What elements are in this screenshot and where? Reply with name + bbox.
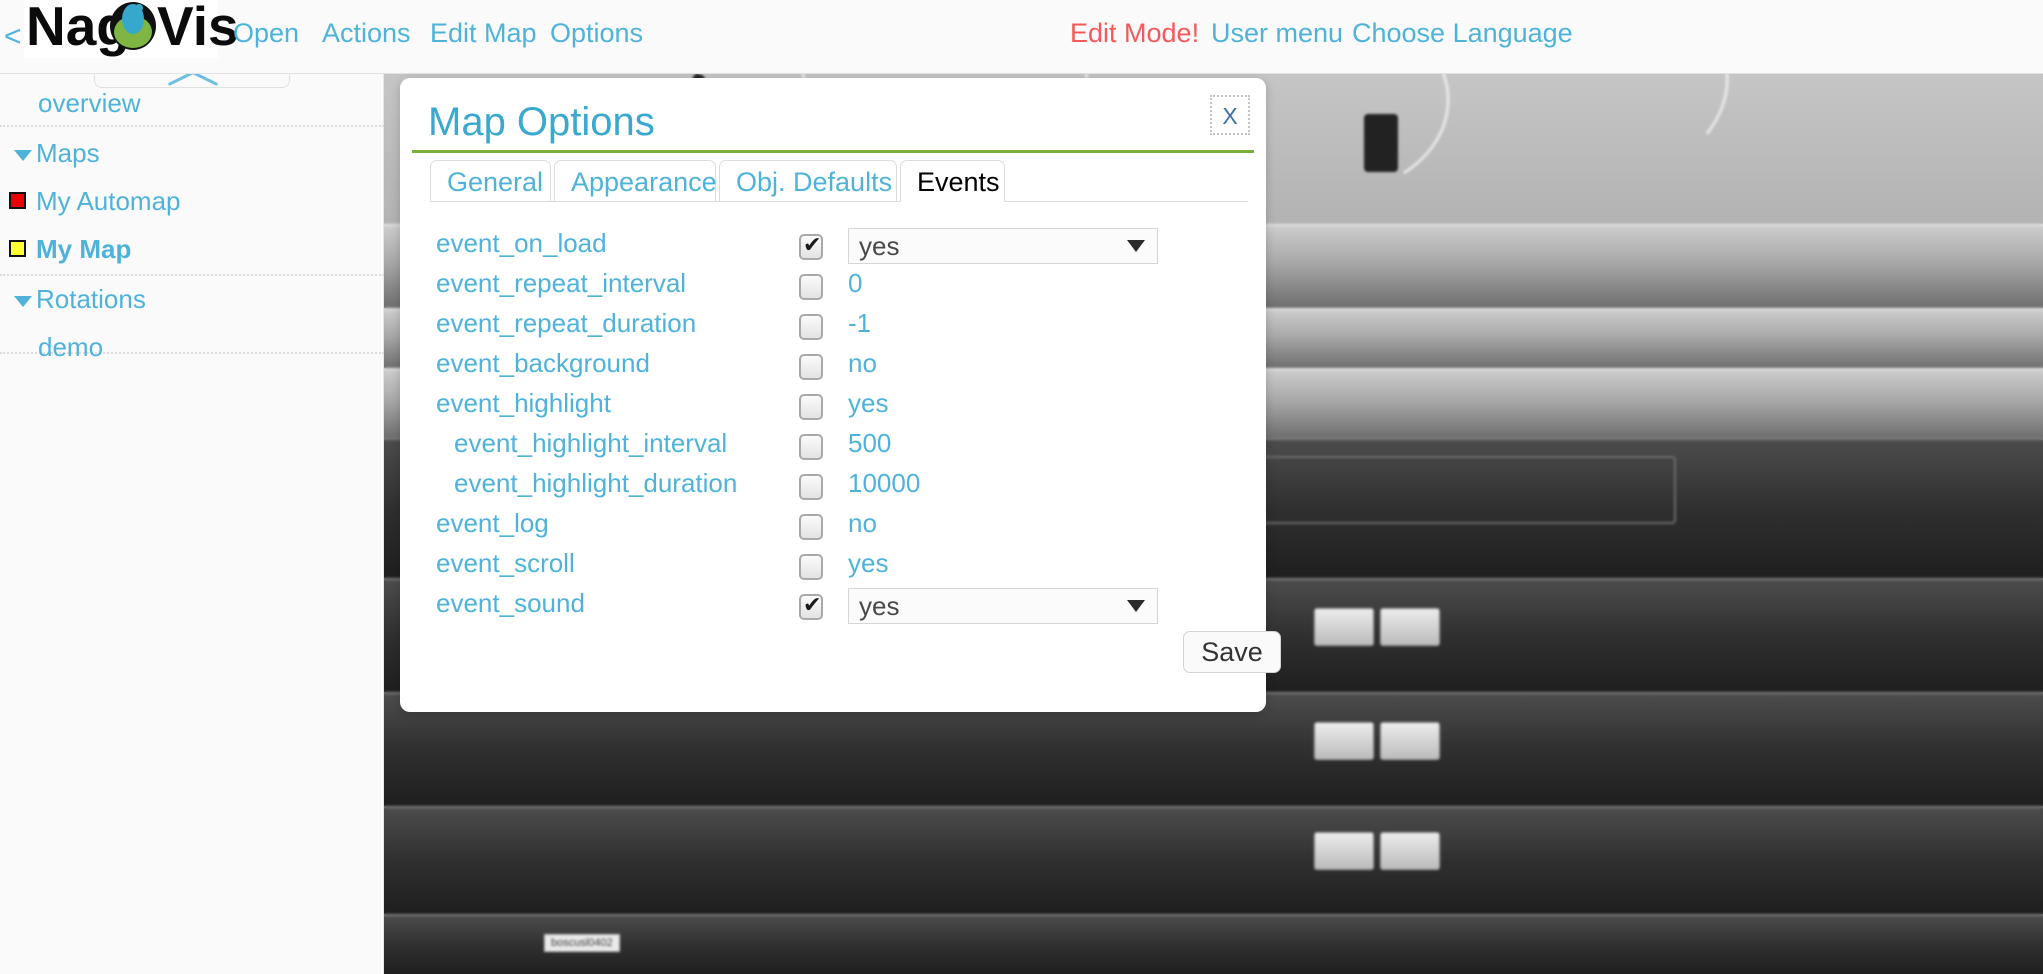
- form-row: event_repeat_interval 0: [400, 268, 1266, 308]
- row-checkbox[interactable]: [799, 354, 823, 380]
- row-select[interactable]: yes: [848, 588, 1158, 624]
- tab-appearance[interactable]: Appearance: [554, 160, 717, 202]
- row-select-value: yes: [859, 231, 900, 261]
- row-checkbox[interactable]: [799, 514, 823, 540]
- sidebar-divider: [0, 274, 384, 276]
- logo-text-vis: Vis: [157, 0, 239, 57]
- chevron-down-icon[interactable]: [14, 296, 32, 307]
- row-value: -1: [848, 308, 872, 338]
- form-row: event_highlight yes: [400, 388, 1266, 428]
- sidebar-item-demo[interactable]: demo: [38, 332, 103, 363]
- nav-open[interactable]: Open: [233, 18, 299, 49]
- row-value: no: [848, 348, 877, 378]
- row-value: no: [848, 508, 877, 538]
- rack-drive: [1314, 722, 1374, 760]
- rack-unit: [384, 806, 2043, 918]
- back-icon[interactable]: <: [4, 20, 22, 54]
- row-checkbox[interactable]: [799, 394, 823, 420]
- row-checkbox[interactable]: ✔: [799, 592, 823, 620]
- form-row: event_scroll yes: [400, 548, 1266, 588]
- tab-general[interactable]: General: [430, 160, 551, 202]
- row-value: 0: [848, 268, 863, 298]
- row-value: yes: [848, 548, 889, 578]
- state-box-critical: [9, 192, 26, 209]
- map-options-dialog: Map Options X General Appearance Obj. De…: [400, 78, 1281, 712]
- row-label: event_highlight: [436, 388, 611, 418]
- sidebar-item-my-map[interactable]: My Map: [36, 234, 131, 265]
- form-row: event_background no: [400, 348, 1266, 388]
- sidebar: overview Maps My Automap My Map Rotation…: [0, 62, 384, 974]
- row-label: event_on_load: [436, 228, 607, 258]
- nav-options[interactable]: Options: [550, 18, 643, 49]
- state-box-warning: [9, 240, 26, 257]
- row-label: event_highlight_interval: [454, 428, 728, 458]
- dialog-title: Map Options: [428, 100, 655, 144]
- rack-drive: [1314, 832, 1374, 870]
- row-select[interactable]: yes: [848, 228, 1158, 264]
- app-header: < Nag Vis Open Actions Edit Map Options …: [0, 0, 2043, 74]
- dialog-tabs: General Appearance Obj. Defaults Events: [430, 160, 1248, 206]
- tab-events[interactable]: Events: [900, 160, 1005, 202]
- save-button[interactable]: Save: [1183, 631, 1281, 673]
- chevron-down-icon: [1127, 240, 1145, 252]
- form-row: event_repeat_duration -1: [400, 308, 1266, 348]
- form-row: event_on_load ✔ yes: [400, 228, 1266, 268]
- nagvis-logo: Nag Vis: [24, 0, 239, 58]
- row-value: 10000: [848, 468, 921, 498]
- row-checkbox[interactable]: [799, 434, 823, 460]
- form-row: event_log no: [400, 508, 1266, 548]
- rack-drive: [1314, 608, 1374, 646]
- row-label: event_log: [436, 508, 549, 538]
- sidebar-divider: [0, 125, 384, 127]
- tab-obj-defaults[interactable]: Obj. Defaults: [719, 160, 897, 202]
- row-checkbox[interactable]: ✔: [799, 232, 823, 260]
- row-label: event_repeat_duration: [436, 308, 697, 338]
- row-value: yes: [848, 388, 889, 418]
- row-checkbox[interactable]: [799, 554, 823, 580]
- row-label: event_sound: [436, 588, 585, 618]
- cable: [1364, 114, 1398, 172]
- form-row: event_highlight_interval 500: [400, 428, 1266, 468]
- nav-actions[interactable]: Actions: [322, 18, 411, 49]
- check-icon: ✔: [803, 592, 822, 617]
- row-checkbox[interactable]: [799, 274, 823, 300]
- row-select-value: yes: [859, 591, 900, 621]
- dialog-accent-rule: [412, 150, 1254, 153]
- row-label: event_background: [436, 348, 650, 378]
- check-icon: ✔: [803, 232, 822, 257]
- chevron-down-icon: [1127, 600, 1145, 612]
- form-row: event_sound ✔ yes: [400, 588, 1266, 628]
- chevron-down-icon[interactable]: [14, 150, 32, 161]
- row-checkbox[interactable]: [799, 474, 823, 500]
- rack-drive: [1380, 832, 1440, 870]
- row-label: event_scroll: [436, 548, 575, 578]
- rack-drive: [1380, 608, 1440, 646]
- nav-edit-map[interactable]: Edit Map: [430, 18, 537, 49]
- row-value: 500: [848, 428, 892, 458]
- close-icon[interactable]: X: [1210, 95, 1250, 135]
- rack-unit: [384, 914, 2043, 974]
- rack-drive: [1380, 722, 1440, 760]
- form-row: event_highlight_duration 10000: [400, 468, 1266, 508]
- sidebar-item-my-automap[interactable]: My Automap: [36, 186, 181, 217]
- rack-label-tag: boscusl0402: [544, 934, 620, 952]
- nagvis-app: 05 407 34 boscusl0402: [0, 0, 2043, 974]
- sidebar-item-maps[interactable]: Maps: [36, 138, 100, 169]
- row-checkbox[interactable]: [799, 314, 823, 340]
- sidebar-item-overview[interactable]: overview: [38, 88, 141, 119]
- sidebar-item-rotations[interactable]: Rotations: [36, 284, 146, 315]
- nav-edit-mode[interactable]: Edit Mode!: [1070, 18, 1199, 49]
- nav-user-menu[interactable]: User menu: [1211, 18, 1343, 49]
- nav-choose-language[interactable]: Choose Language: [1352, 18, 1573, 49]
- row-label: event_highlight_duration: [454, 468, 738, 498]
- logo-orb-dot: [135, 4, 143, 12]
- row-label: event_repeat_interval: [436, 268, 687, 298]
